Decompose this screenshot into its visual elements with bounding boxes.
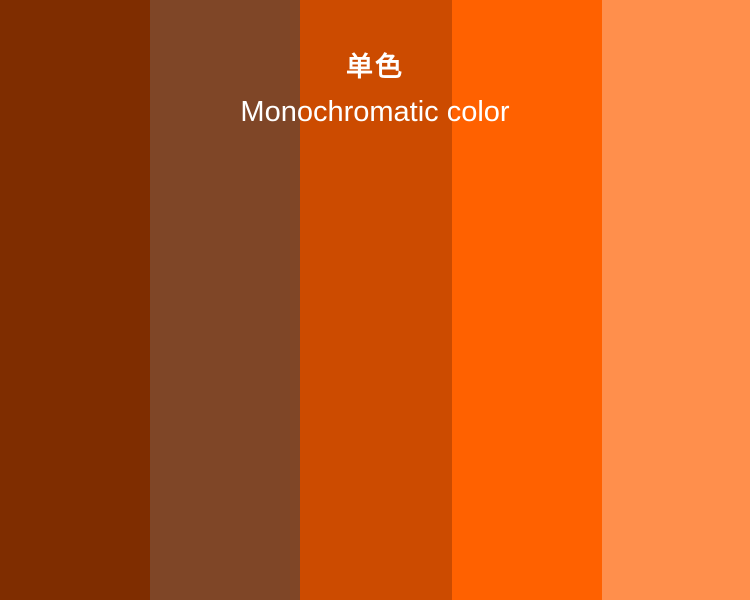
title-chinese: 单色 [346, 52, 404, 83]
palette-title: 单色 Monochromatic color [0, 50, 750, 134]
title-english: Monochromatic color [240, 96, 510, 128]
monochromatic-palette: 单色 Monochromatic color [0, 0, 750, 600]
